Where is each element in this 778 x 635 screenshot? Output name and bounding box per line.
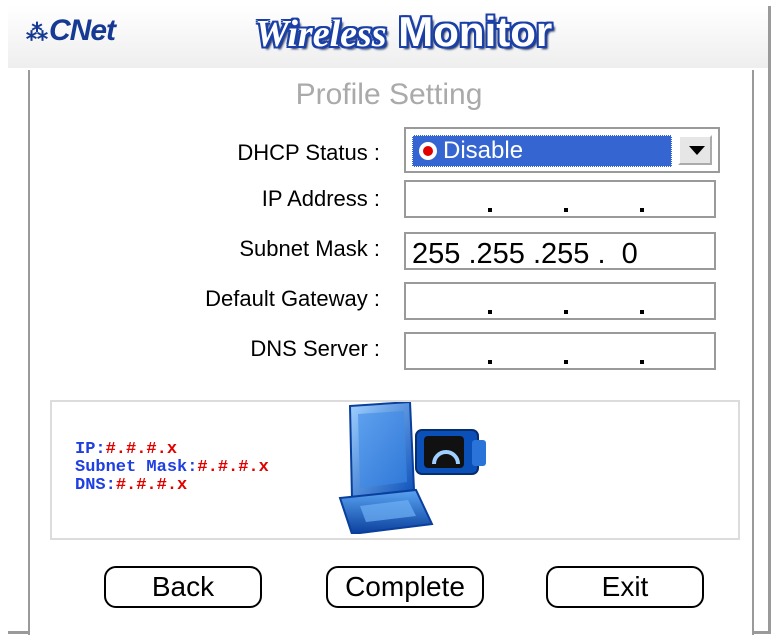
info-dns-line: DNS:#.#.#.x: [75, 476, 188, 495]
ip-separator-dot: [564, 208, 568, 212]
app-title-script: Wireless: [255, 13, 387, 55]
app-title: Wireless Monitor: [255, 8, 552, 56]
exit-button[interactable]: Exit: [546, 566, 704, 608]
ip-address-label: IP Address :: [261, 186, 380, 211]
ip-separator-dot: [640, 360, 644, 364]
red-dot-icon: [419, 142, 437, 160]
dhcp-status-label: DHCP Status :: [237, 140, 380, 165]
laptop-wireless-card-icon: [338, 402, 486, 534]
dhcp-status-value: Disable: [443, 137, 524, 164]
ip-separator-dot: [564, 310, 568, 314]
dns-server-field[interactable]: [404, 332, 716, 370]
default-gateway-label: Default Gateway :: [205, 286, 380, 311]
ip-separator-dot: [488, 360, 492, 364]
info-ip-line: IP:#.#.#.x: [75, 440, 178, 459]
dns-server-label: DNS Server :: [250, 336, 380, 361]
default-gateway-field[interactable]: [404, 282, 716, 320]
page-title: Profile Setting: [295, 78, 483, 111]
cnet-logo-mark-icon: ⁂: [26, 20, 48, 45]
info-subnet-line: Subnet Mask:#.#.#.x: [75, 458, 269, 477]
dhcp-status-dropdown[interactable]: Disable: [404, 127, 720, 173]
ip-separator-dot: [564, 360, 568, 364]
ip-address-field[interactable]: [404, 180, 716, 218]
subnet-mask-value: 255 .255 .255 . 0: [412, 238, 638, 270]
ip-separator-dot: [488, 310, 492, 314]
dropdown-arrow-icon[interactable]: [678, 135, 712, 165]
back-button[interactable]: Back: [104, 566, 262, 608]
cnet-logo: ⁂CNet: [26, 14, 116, 47]
app-title-main: Monitor: [398, 8, 553, 55]
dhcp-status-selected: Disable: [412, 135, 672, 167]
ip-separator-dot: [640, 208, 644, 212]
complete-button[interactable]: Complete: [326, 566, 484, 608]
ip-separator-dot: [640, 310, 644, 314]
subnet-mask-label: Subnet Mask :: [239, 236, 380, 261]
ip-separator-dot: [488, 208, 492, 212]
